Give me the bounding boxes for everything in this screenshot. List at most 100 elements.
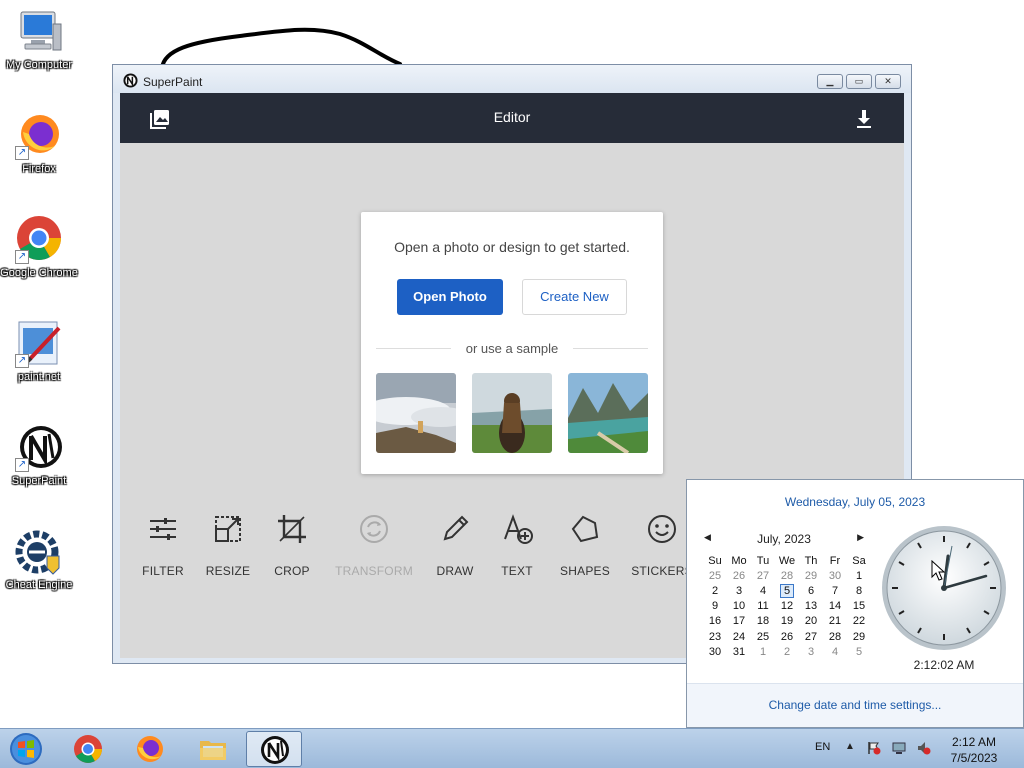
calendar-day[interactable]: 29 bbox=[799, 568, 823, 583]
calendar-day[interactable]: 12 bbox=[775, 599, 799, 614]
calendar-grid: Su Mo Tu We Th Fr Sa 25 26 27 28 29 30 1 2 3 4 5 6 7 8 9 10 11… bbox=[703, 553, 871, 659]
tool-transform[interactable]: TRANSFORM bbox=[334, 513, 414, 578]
calendar-day[interactable]: 1 bbox=[751, 644, 775, 659]
desktop-icon-my-computer[interactable]: My Computer bbox=[0, 8, 78, 72]
calendar-day[interactable]: 5 bbox=[847, 644, 871, 659]
download-icon[interactable] bbox=[852, 107, 876, 131]
calendar-day[interactable]: 14 bbox=[823, 599, 847, 614]
calendar-day[interactable]: 24 bbox=[727, 629, 751, 644]
tool-label: CROP bbox=[274, 564, 310, 578]
calendar-day[interactable]: 22 bbox=[847, 614, 871, 629]
calendar-day-number: 1 bbox=[759, 645, 767, 658]
sample-thumbnail-woman[interactable] bbox=[472, 373, 552, 453]
desktop-icon-paintnet[interactable]: ↗ paint.net bbox=[0, 320, 78, 384]
calendar-day[interactable]: 1 bbox=[847, 568, 871, 583]
clock-time-label: 2:12:02 AM bbox=[913, 658, 975, 672]
calendar-day[interactable]: 8 bbox=[847, 583, 871, 598]
shapes-icon bbox=[571, 515, 599, 543]
minimize-button[interactable]: ▁ bbox=[817, 74, 843, 89]
taskbar-firefox[interactable] bbox=[122, 731, 178, 767]
weekday-header: Sa bbox=[852, 554, 866, 567]
previous-month-icon[interactable]: ◀ bbox=[704, 532, 711, 543]
calendar-day[interactable]: 6 bbox=[799, 583, 823, 598]
calendar-day-number: 20 bbox=[804, 615, 818, 628]
calendar-day[interactable]: 28 bbox=[823, 629, 847, 644]
folder-icon bbox=[200, 741, 226, 760]
calendar-day[interactable]: 2 bbox=[775, 644, 799, 659]
calendar-day[interactable]: 20 bbox=[799, 614, 823, 629]
calendar-day[interactable]: 4 bbox=[823, 644, 847, 659]
calendar-day[interactable]: 18 bbox=[751, 614, 775, 629]
calendar-day-number: 2 bbox=[783, 645, 791, 658]
language-indicator[interactable]: EN bbox=[815, 741, 830, 753]
calendar-day-number: 18 bbox=[756, 615, 770, 628]
window-titlebar[interactable]: SuperPaint ▁ ▭ ✕ bbox=[113, 65, 911, 93]
desktop-icon-label: Cheat Engine bbox=[5, 579, 73, 591]
calendar-day[interactable]: 23 bbox=[703, 629, 727, 644]
calendar-day[interactable]: 21 bbox=[823, 614, 847, 629]
taskbar-superpaint[interactable] bbox=[246, 731, 302, 767]
sample-thumbnail-lake[interactable] bbox=[568, 373, 648, 453]
editor-title: Editor bbox=[493, 109, 531, 125]
scribble-stroke bbox=[160, 27, 402, 70]
calendar-day[interactable]: 30 bbox=[703, 644, 727, 659]
calendar-day[interactable]: 25 bbox=[703, 568, 727, 583]
desktop-icon-chrome[interactable]: ↗ Google Chrome bbox=[0, 216, 78, 280]
calendar-day[interactable]: 5 bbox=[775, 583, 799, 598]
maximize-button[interactable]: ▭ bbox=[846, 74, 872, 89]
calendar-day[interactable]: 29 bbox=[847, 629, 871, 644]
calendar-day-number: 26 bbox=[780, 630, 794, 643]
tool-shapes[interactable]: SHAPES bbox=[545, 513, 625, 578]
calendar-day[interactable]: 13 bbox=[799, 599, 823, 614]
pencil-icon bbox=[443, 515, 469, 541]
action-center-flag-icon[interactable] bbox=[867, 741, 881, 755]
calendar-day[interactable]: 31 bbox=[727, 644, 751, 659]
calendar-day[interactable]: 16 bbox=[703, 614, 727, 629]
change-date-time-link[interactable]: Change date and time settings... bbox=[687, 698, 1023, 712]
show-hidden-icons-icon[interactable]: ▲ bbox=[845, 741, 859, 755]
create-new-button[interactable]: Create New bbox=[522, 279, 627, 315]
desktop-icon-firefox[interactable]: ↗ Firefox bbox=[0, 112, 78, 176]
calendar-day[interactable]: 27 bbox=[799, 629, 823, 644]
calendar-day[interactable]: 10 bbox=[727, 599, 751, 614]
taskbar-explorer[interactable] bbox=[185, 731, 241, 767]
calendar-day[interactable]: 7 bbox=[823, 583, 847, 598]
calendar-day[interactable]: 2 bbox=[703, 583, 727, 598]
taskbar-clock[interactable]: 2:12 AM 7/5/2023 bbox=[944, 734, 1004, 766]
calendar-day[interactable]: 4 bbox=[751, 583, 775, 598]
calendar-day-number: 27 bbox=[804, 630, 818, 643]
calendar-day[interactable]: 9 bbox=[703, 599, 727, 614]
calendar-day[interactable]: 27 bbox=[751, 568, 775, 583]
calendar-day[interactable]: 3 bbox=[727, 583, 751, 598]
month-navigation: ◀ July, 2023 ▶ bbox=[704, 532, 864, 546]
firefox-icon: ↗ bbox=[15, 112, 63, 160]
start-button[interactable] bbox=[6, 731, 46, 767]
open-photo-button[interactable]: Open Photo bbox=[397, 279, 503, 315]
month-label[interactable]: July, 2023 bbox=[704, 532, 864, 546]
calendar-day-number: 30 bbox=[708, 645, 722, 658]
calendar-day[interactable]: 11 bbox=[751, 599, 775, 614]
tool-crop[interactable]: CROP bbox=[252, 513, 332, 578]
calendar-day-number: 25 bbox=[708, 569, 722, 582]
calendar-day[interactable]: 19 bbox=[775, 614, 799, 629]
calendar-day[interactable]: 3 bbox=[799, 644, 823, 659]
long-date-link[interactable]: Wednesday, July 05, 2023 bbox=[687, 495, 1023, 509]
calendar-day[interactable]: 30 bbox=[823, 568, 847, 583]
sample-thumbnail-fog[interactable] bbox=[376, 373, 456, 453]
calendar-day[interactable]: 25 bbox=[751, 629, 775, 644]
superpaint-icon bbox=[261, 736, 289, 764]
calendar-day-number: 26 bbox=[732, 569, 746, 582]
weekday-header: Fr bbox=[829, 554, 841, 567]
calendar-day[interactable]: 26 bbox=[727, 568, 751, 583]
next-month-icon[interactable]: ▶ bbox=[857, 532, 864, 543]
calendar-day[interactable]: 17 bbox=[727, 614, 751, 629]
calendar-day[interactable]: 26 bbox=[775, 629, 799, 644]
desktop-icon-cheat-engine[interactable]: Cheat Engine bbox=[0, 528, 78, 592]
taskbar-chrome[interactable] bbox=[60, 731, 116, 767]
network-icon[interactable] bbox=[892, 741, 906, 755]
volume-muted-icon[interactable] bbox=[917, 741, 931, 755]
desktop-icon-superpaint[interactable]: ↗ SuperPaint bbox=[0, 424, 78, 488]
calendar-day[interactable]: 15 bbox=[847, 599, 871, 614]
calendar-day[interactable]: 28 bbox=[775, 568, 799, 583]
close-button[interactable]: ✕ bbox=[875, 74, 901, 89]
